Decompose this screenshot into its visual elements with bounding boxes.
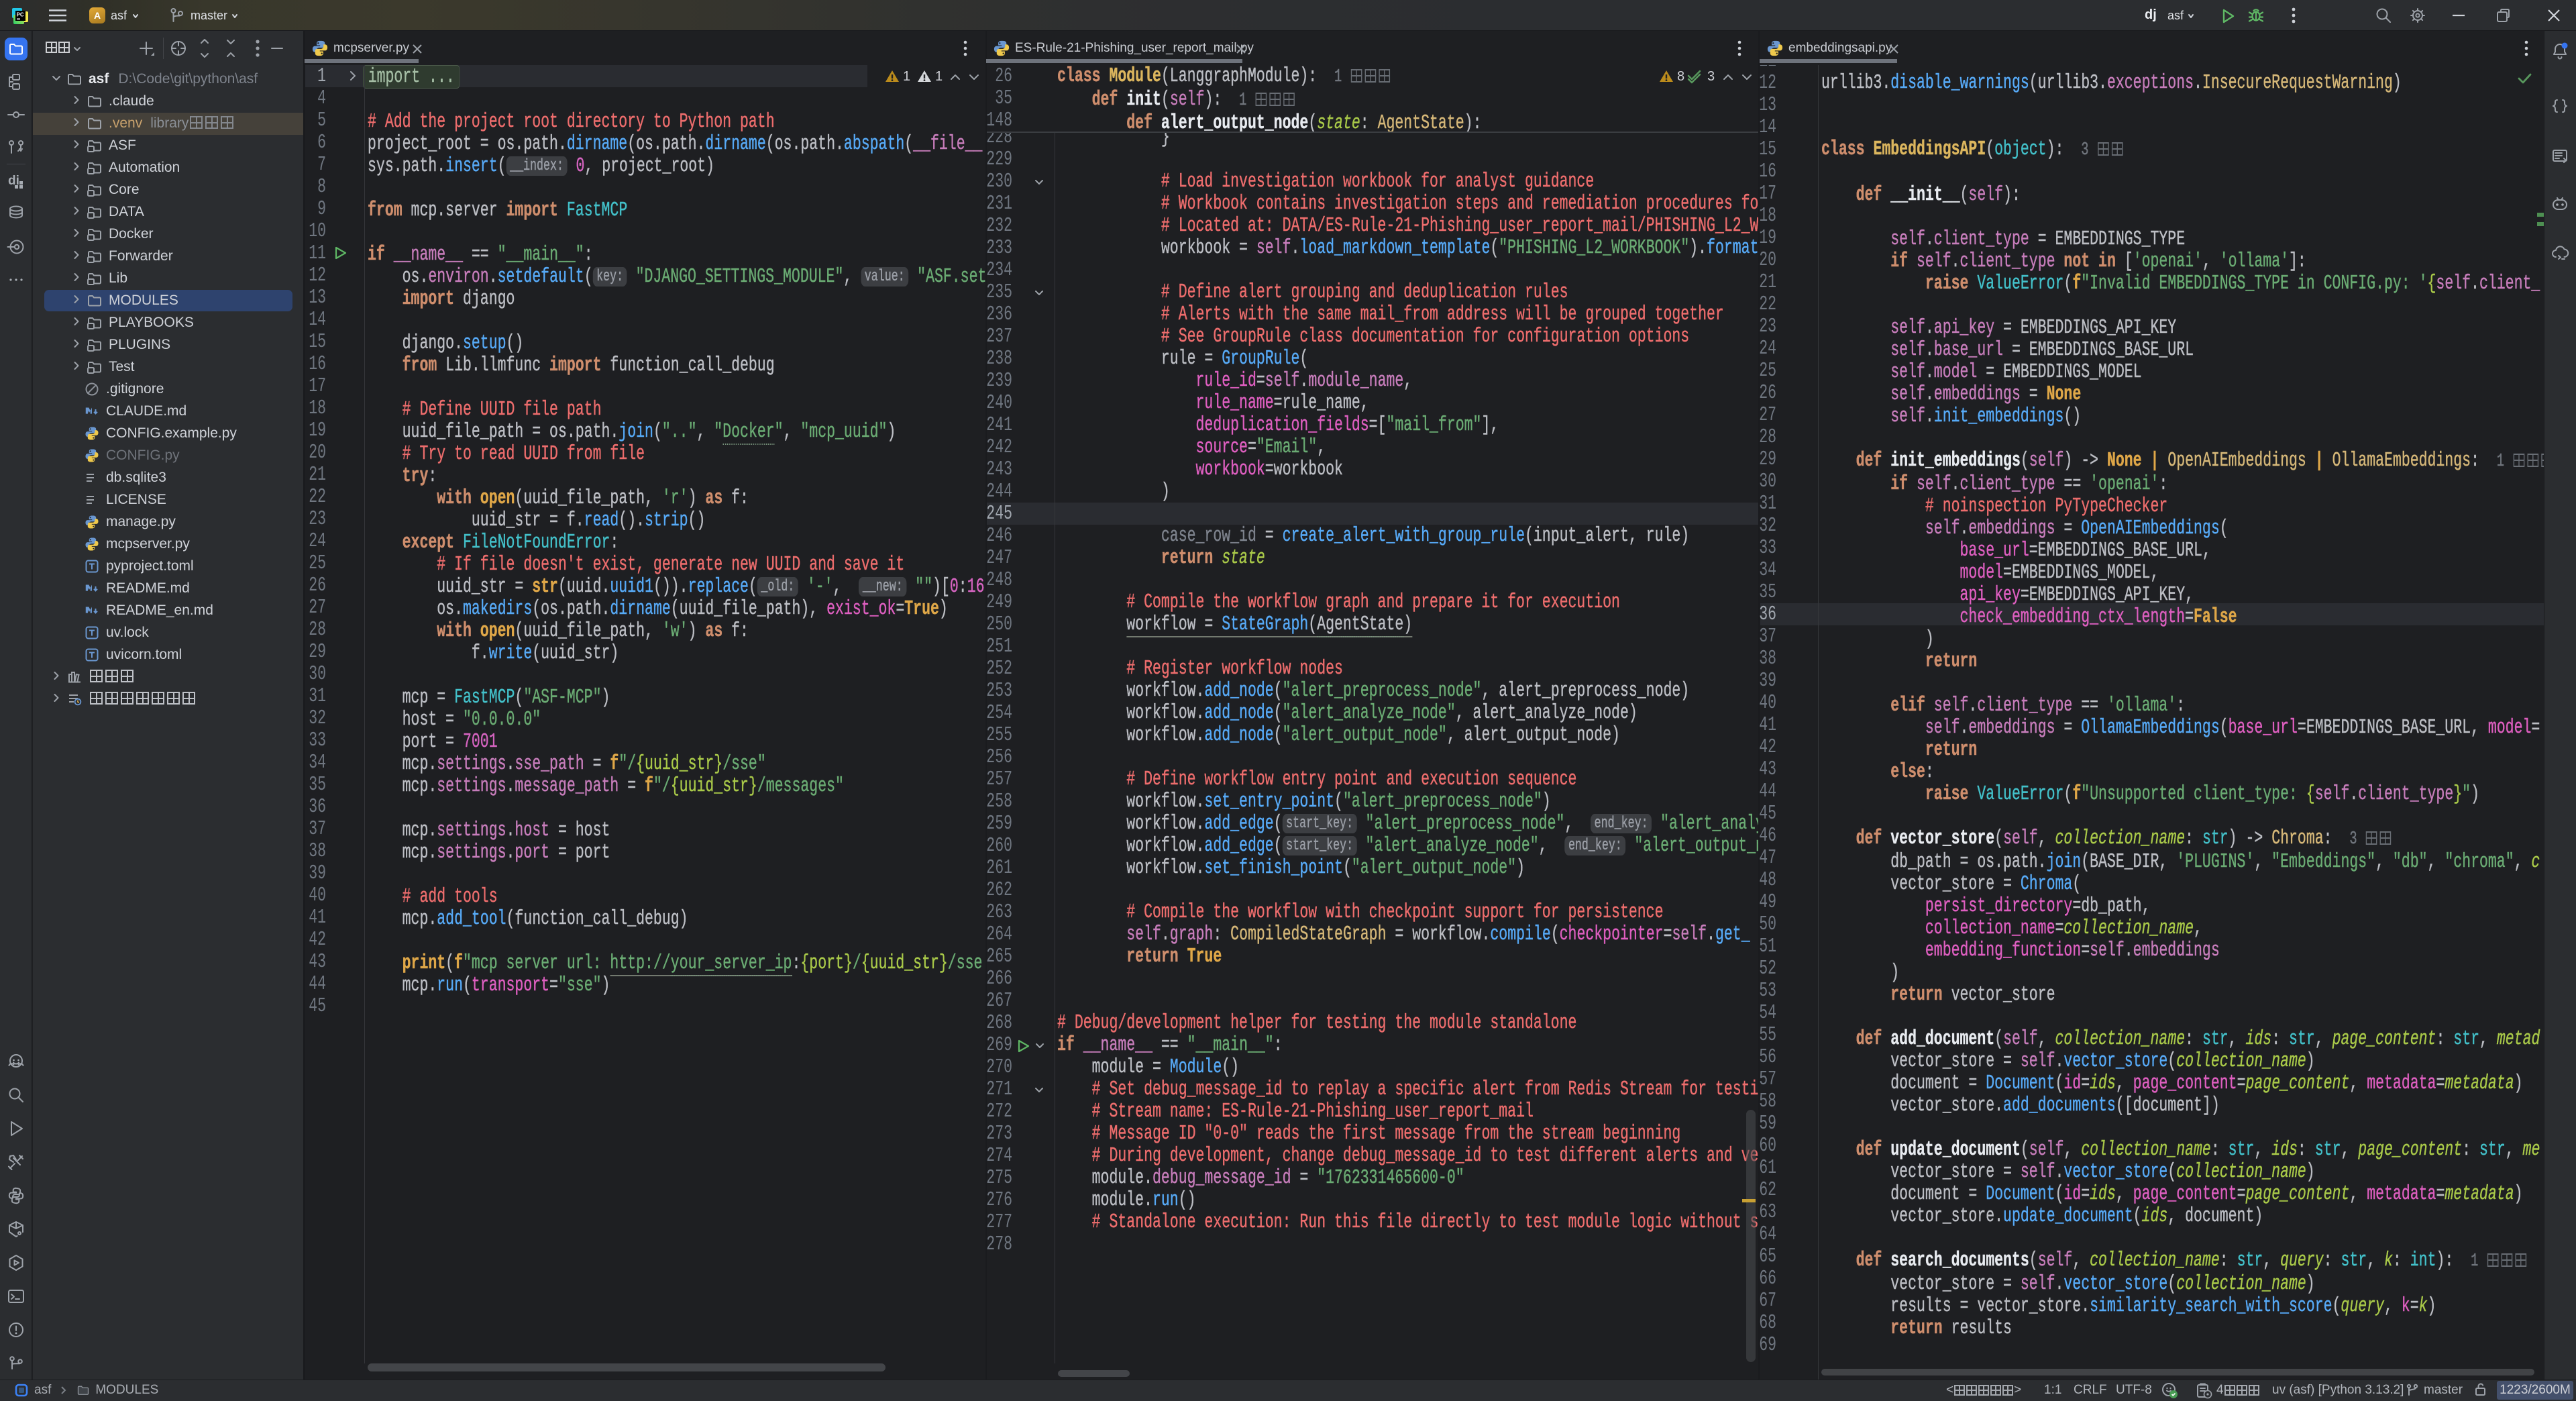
svg-text:PC: PC [17,12,24,18]
